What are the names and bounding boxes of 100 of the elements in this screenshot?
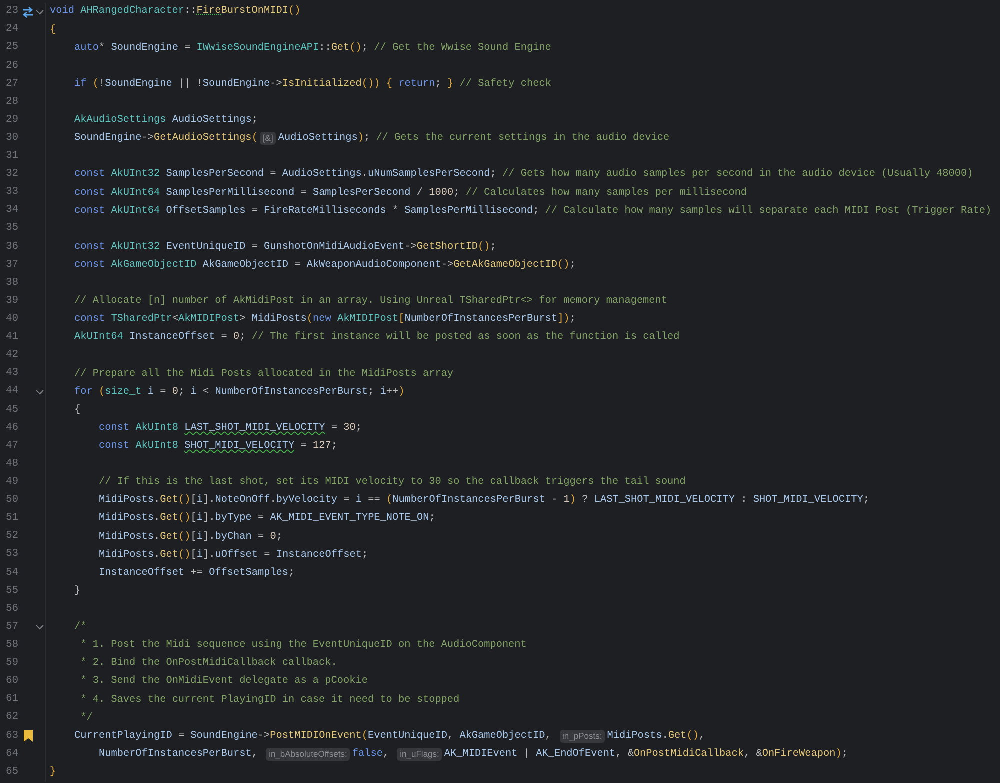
code-token: -> (142, 132, 154, 146)
code-token: , (698, 730, 706, 744)
code-token: AudioSettings (282, 168, 362, 182)
code-token: () (288, 4, 301, 20)
line-number: 40 (4, 312, 19, 328)
line-number: 46 (4, 420, 19, 436)
code-token: OffsetSamples (166, 204, 246, 219)
code-token: ; (288, 566, 295, 581)
code-token: ]. (202, 512, 216, 526)
code-token: MidiPosts (99, 548, 154, 563)
code-token: PostMIDIOnEvent (270, 730, 362, 744)
line-number: 44 (4, 384, 19, 400)
code-token: ; (454, 186, 461, 200)
code-token: i (190, 386, 197, 400)
code-token: 0 (233, 331, 240, 346)
code-token: () (350, 42, 362, 56)
code-token: } (448, 78, 455, 92)
code-token: } (74, 584, 81, 599)
code-token: GetShortID (416, 240, 478, 255)
code-token: AkUInt8 (136, 422, 180, 436)
code-token: () (178, 548, 191, 563)
line-number: 49 (4, 475, 19, 490)
code-token: BurstOnMIDI (221, 5, 288, 20)
code-token: FireRateMilliseconds (264, 204, 386, 219)
code-token: ( (386, 494, 393, 508)
line-number: 58 (4, 638, 19, 653)
code-token: const (74, 240, 106, 255)
line-number: 45 (4, 402, 19, 418)
code-token: SHOT_MIDI_VELOCITY (184, 440, 295, 454)
code-token: () (178, 512, 191, 526)
code-token: { (50, 24, 56, 38)
line-number: 29 (4, 112, 19, 128)
chevron-down-icon[interactable] (36, 625, 44, 630)
line-number: 30 (4, 130, 19, 146)
bookmark-icon[interactable] (24, 730, 33, 742)
code-token: MidiPosts (607, 730, 662, 744)
code-token: Get (160, 548, 178, 563)
code-token: for (74, 386, 94, 400)
code-token: || ! (177, 78, 203, 92)
code-token: AK_EndOfEvent (536, 748, 616, 762)
code-token: . (154, 512, 160, 526)
code-token: () (478, 240, 490, 255)
code-token: ; (570, 258, 576, 273)
line-number: 64 (4, 746, 19, 762)
code-token: ; (429, 512, 436, 526)
code-token: AkUInt64 (74, 330, 124, 346)
code-token: [ (190, 530, 197, 545)
code-token: ; (364, 132, 372, 146)
code-token: AkGameObjectID (111, 258, 198, 273)
code-token: 127 (313, 440, 332, 454)
code-token: Get (160, 512, 178, 526)
code-token: i (148, 386, 154, 400)
code-token: [ (190, 512, 197, 526)
line-number: 62 (4, 710, 19, 726)
code-token: byChan (215, 530, 252, 545)
line-number: 50 (4, 493, 19, 508)
code-token: IsInitialized (282, 78, 362, 92)
code-token: const (74, 258, 106, 273)
code-token: AkMIDIPost (178, 312, 240, 328)
line-number: 51 (4, 511, 19, 526)
code-token: 0 (270, 530, 276, 545)
code-token: i (380, 386, 386, 400)
code-token: AK_MIDIEvent (444, 748, 518, 762)
code-token: . (662, 730, 668, 744)
code-token: , (252, 748, 259, 762)
code-token: () (178, 530, 191, 545)
code-token: OnPostMidiCallback (634, 748, 744, 762)
code-token: > (240, 313, 247, 328)
line-number: 24 (4, 22, 19, 38)
code-token: ++ (386, 386, 399, 400)
code-token: ! (98, 78, 106, 92)
code-token: ()) (362, 78, 382, 92)
swap-arrows-icon[interactable] (22, 6, 34, 18)
code-token: NoteOnOff (215, 494, 270, 508)
code-token: ( (92, 78, 99, 92)
chevron-down-icon[interactable] (36, 390, 44, 395)
line-number: 48 (4, 456, 19, 472)
code-token: ; (435, 78, 442, 92)
chevron-down-icon[interactable] (36, 10, 44, 15)
code-token: i (196, 494, 203, 508)
code-token: CurrentPlayingID (74, 730, 172, 744)
code-token: [ (190, 494, 197, 508)
code-token: < (202, 386, 210, 400)
code-token: i (356, 494, 362, 508)
code-token: = (184, 42, 192, 56)
code-token: AkGameObjectID (460, 730, 546, 744)
code-token: () (178, 494, 191, 508)
code-token: * (391, 204, 400, 219)
code-token: AudioSettings (172, 114, 252, 128)
code-token: const (74, 186, 106, 200)
code-token: const (74, 313, 106, 328)
code-token: i (196, 530, 203, 545)
code-token: SamplesPerSecond (312, 186, 411, 200)
line-number: 59 (4, 656, 19, 672)
line-number: 61 (4, 692, 19, 708)
code-token: return (398, 78, 436, 92)
code-token: , (382, 748, 390, 762)
code-token: -> (258, 730, 270, 744)
code-token: [ (398, 312, 405, 328)
code-token: :: (319, 42, 332, 56)
